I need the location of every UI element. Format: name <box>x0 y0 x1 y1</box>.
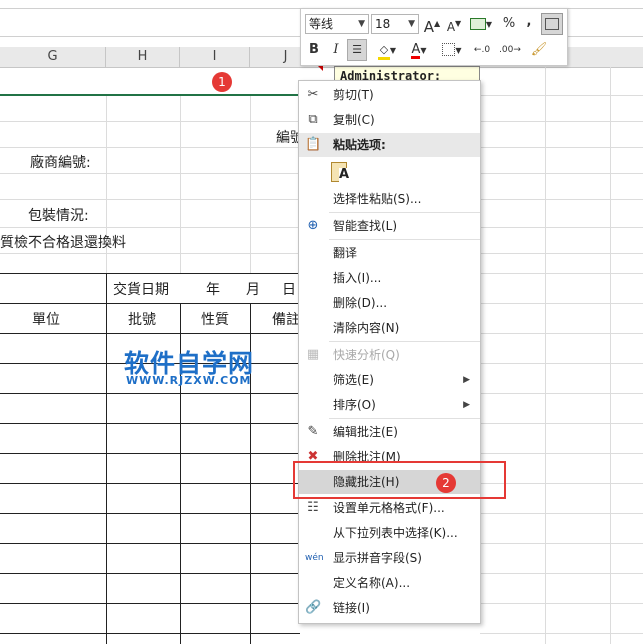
currency-icon <box>469 17 486 30</box>
comment-indicator <box>318 66 323 71</box>
column-header-h[interactable]: H <box>106 47 180 67</box>
step-badge-1: 1 <box>212 72 232 92</box>
menu-header-paste-options: 📋 粘贴选项: <box>299 133 480 157</box>
decrease-decimal-button[interactable]: .00→ <box>497 40 523 60</box>
chevron-down-icon: ▼ <box>358 19 365 29</box>
edit-comment-icon: ✎ <box>307 424 319 439</box>
menu-item-clear-contents[interactable]: 清除内容(N) <box>299 316 480 340</box>
submenu-arrow-icon: ▶ <box>463 375 470 385</box>
highlight-box <box>293 461 506 499</box>
column-header-i[interactable]: I <box>180 47 250 67</box>
context-menu: ✂ 剪切(T) ⧉ 复制(C) 📋 粘贴选项: A 选择性粘贴(S)... ⊕ … <box>298 80 481 624</box>
menu-item-define-name[interactable]: 定义名称(A)... <box>299 571 480 595</box>
comma-style-button[interactable]: , <box>523 12 535 32</box>
format-painter-button[interactable]: 🖌 <box>529 40 549 60</box>
menu-item-delete[interactable]: 删除(D)... <box>299 291 480 315</box>
link-icon: 🔗 <box>305 600 322 615</box>
bold-button[interactable]: B <box>307 40 321 60</box>
borders-button[interactable]: ▼ <box>439 40 465 60</box>
mini-toolbar: 等线 ▼ 18 ▼ A▲ A▼ ▼ % , B I ☰ ◇ ▼ A▼ ▼ ←.0 … <box>300 8 568 66</box>
menu-item-pick-from-list[interactable]: 从下拉列表中选择(K)... <box>299 521 480 545</box>
italic-button[interactable]: I <box>329 40 343 60</box>
accounting-format-button[interactable]: ▼ <box>467 14 495 34</box>
menu-item-format-cells[interactable]: ☷ 设置单元格格式(F)... <box>299 496 480 520</box>
paste-button[interactable]: A <box>329 160 353 184</box>
step-badge-2: 2 <box>436 473 456 493</box>
scissors-icon: ✂ <box>307 87 319 102</box>
menu-item-sort[interactable]: 排序(O) ▶ <box>299 393 480 417</box>
menu-item-link[interactable]: 🔗 链接(I) <box>299 596 480 620</box>
grow-font-button[interactable]: A▲ <box>423 14 441 36</box>
menu-item-translate[interactable]: 翻译 <box>299 241 480 265</box>
font-color-button[interactable]: A▼ <box>405 40 433 60</box>
menu-item-filter[interactable]: 筛选(E) ▶ <box>299 368 480 392</box>
column-header-g[interactable]: G <box>0 47 106 67</box>
cell-qc-text[interactable]: 質檢不合格退還換料 <box>0 232 126 252</box>
cell-month[interactable]: 月 <box>246 279 260 299</box>
brush-icon: 🖌 <box>530 42 548 57</box>
borders-icon <box>442 43 456 56</box>
watermark: 软件自学网 WWW.RJZXW.COM <box>124 344 254 387</box>
cell-packaging-label[interactable]: 包裝情況: <box>28 205 89 225</box>
menu-item-edit-comment[interactable]: ✎ 编辑批注(E) <box>299 420 480 444</box>
menu-item-phonetic[interactable]: wén 显示拼音字段(S) <box>299 546 480 570</box>
menu-item-quick-analysis[interactable]: ▦ 快速分析(Q) <box>299 343 480 367</box>
format-table-button[interactable] <box>541 13 563 35</box>
increase-decimal-button[interactable]: ←.0 <box>469 40 495 60</box>
chevron-down-icon: ▼ <box>408 19 415 29</box>
menu-item-smart-lookup[interactable]: ⊕ 智能查找(L) <box>299 214 480 238</box>
fill-color-button[interactable]: ◇ ▼ <box>373 40 401 60</box>
menu-item-insert[interactable]: 插入(I)... <box>299 266 480 290</box>
cell-batch[interactable]: 批號 <box>128 309 156 329</box>
cell-day[interactable]: 日 <box>282 279 296 299</box>
align-center-button[interactable]: ☰ <box>347 39 367 61</box>
paint-bucket-icon: ◇ <box>377 44 390 60</box>
cell-remark[interactable]: 備註 <box>272 309 300 329</box>
menu-item-paste-special[interactable]: 选择性粘贴(S)... <box>299 187 480 211</box>
table-icon <box>545 18 559 30</box>
font-size-dropdown[interactable]: 18 ▼ <box>371 14 419 34</box>
font-name-dropdown[interactable]: 等线 ▼ <box>305 14 369 34</box>
phonetic-icon: wén <box>305 553 324 563</box>
cell-delivery-date[interactable]: 交貨日期 <box>113 279 169 299</box>
cell-nature[interactable]: 性質 <box>201 309 229 329</box>
paste-a-icon: A <box>339 167 350 182</box>
clipboard-icon: 📋 <box>305 137 322 152</box>
font-size-value: 18 <box>375 17 391 31</box>
format-cells-icon: ☷ <box>307 500 319 515</box>
quick-analysis-icon: ▦ <box>306 347 320 362</box>
smart-lookup-icon: ⊕ <box>307 218 319 233</box>
watermark-url: WWW.RJZXW.COM <box>126 374 252 387</box>
copy-icon: ⧉ <box>308 112 318 127</box>
cell-unit[interactable]: 單位 <box>32 309 60 329</box>
align-center-icon: ☰ <box>352 43 362 56</box>
submenu-arrow-icon: ▶ <box>463 400 470 410</box>
cell-vendor-label[interactable]: 廠商編號: <box>30 152 91 172</box>
cell-year[interactable]: 年 <box>206 279 220 299</box>
shrink-font-button[interactable]: A▼ <box>445 14 463 34</box>
menu-item-copy[interactable]: ⧉ 复制(C) <box>299 108 480 132</box>
menu-item-cut[interactable]: ✂ 剪切(T) <box>299 83 480 107</box>
font-name-value: 等线 <box>309 17 334 31</box>
percent-button[interactable]: % <box>501 14 517 34</box>
